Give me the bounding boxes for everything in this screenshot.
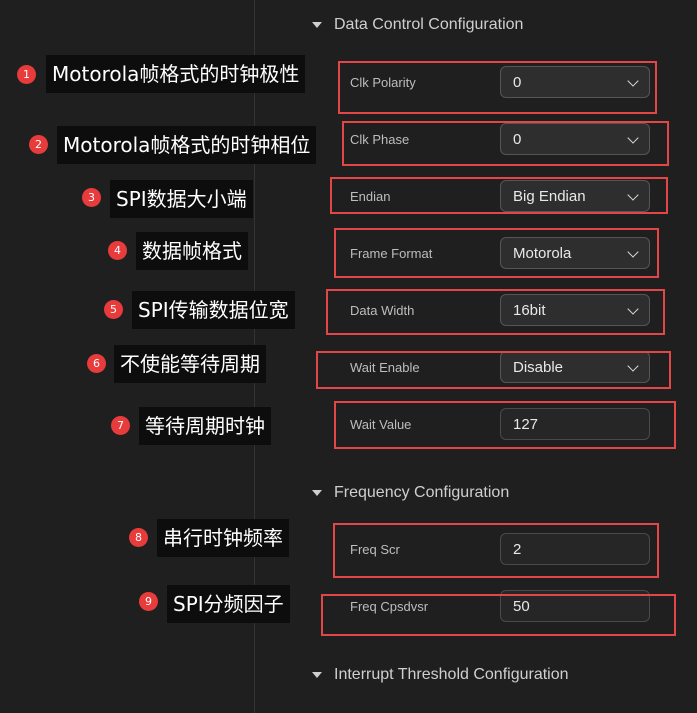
annotation-label: SPI传输数据位宽	[132, 291, 295, 329]
highlight-box-1	[338, 61, 657, 114]
highlight-box-7	[334, 401, 676, 449]
section-frequency[interactable]: Frequency Configuration	[312, 484, 509, 502]
annotation-label: 数据帧格式	[136, 232, 248, 270]
annotation-badge: 8	[129, 528, 148, 547]
highlight-box-2	[342, 121, 669, 166]
annotation-badge: 5	[104, 300, 123, 319]
annotation-label: 不使能等待周期	[114, 345, 266, 383]
annotation-label: Motorola帧格式的时钟极性	[46, 55, 306, 93]
highlight-box-9	[321, 594, 676, 636]
annotation-badge: 2	[29, 135, 48, 154]
annotation-badge: 7	[111, 416, 130, 435]
section-interrupt-threshold[interactable]: Interrupt Threshold Configuration	[312, 666, 569, 684]
section-title: Interrupt Threshold Configuration	[334, 666, 569, 683]
annotation-badge: 6	[87, 354, 106, 373]
highlight-box-3	[330, 177, 668, 214]
collapse-triangle-icon	[312, 490, 322, 496]
collapse-triangle-icon	[312, 22, 322, 28]
annotation-badge: 1	[17, 65, 36, 84]
annotation-badge: 9	[139, 592, 158, 611]
collapse-triangle-icon	[312, 672, 322, 678]
annotation-label: SPI数据大小端	[110, 180, 253, 218]
annotation-label: SPI分频因子	[167, 585, 290, 623]
highlight-box-5	[326, 289, 665, 335]
annotation-label: 等待周期时钟	[139, 407, 271, 445]
section-data-control[interactable]: Data Control Configuration	[312, 16, 523, 34]
section-title: Frequency Configuration	[334, 484, 510, 501]
annotation-badge: 4	[108, 241, 127, 260]
section-title: Data Control Configuration	[334, 16, 524, 33]
annotation-label: 串行时钟频率	[157, 519, 289, 557]
annotation-label: Motorola帧格式的时钟相位	[57, 126, 317, 164]
annotation-badge: 3	[82, 188, 101, 207]
highlight-box-6	[316, 351, 671, 389]
highlight-box-8	[333, 523, 659, 578]
highlight-box-4	[334, 228, 659, 278]
